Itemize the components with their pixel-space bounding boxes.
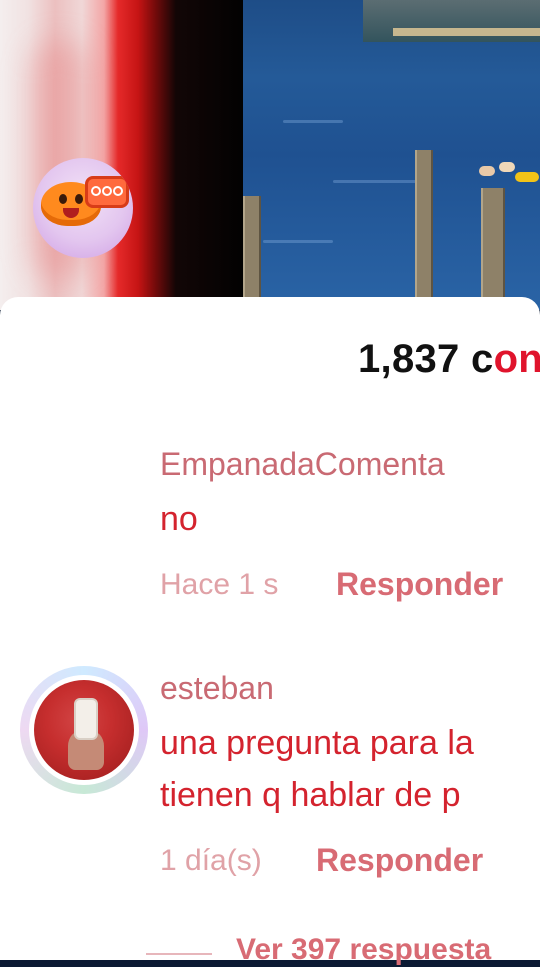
comment-timestamp: Hace 1 s <box>160 568 279 601</box>
avatar[interactable] <box>20 666 148 794</box>
phone-icon <box>76 700 96 738</box>
swimmer <box>499 162 515 172</box>
pier-post <box>243 196 261 310</box>
pier-post <box>481 188 505 310</box>
comment-text-line-2: tienen q hablar de p <box>160 776 461 814</box>
comment-text-line-1: una pregunta para la <box>160 724 474 762</box>
comment-username[interactable]: esteban <box>160 670 274 707</box>
mouth-icon <box>63 208 79 218</box>
avatar-border <box>29 675 139 785</box>
comment-timestamp: 1 día(s) <box>160 844 262 877</box>
selfie-photo-avatar <box>34 680 134 780</box>
video-right-panel <box>243 0 540 310</box>
swimmer-float <box>515 172 539 182</box>
video-preview[interactable] <box>0 0 540 310</box>
water-ripple <box>283 120 343 123</box>
empanada-mascot-avatar-icon[interactable] <box>33 158 133 258</box>
comments-label-prefix: c <box>471 337 494 381</box>
dock <box>393 28 540 36</box>
comment-text: no <box>160 500 198 538</box>
water-ripple <box>263 240 333 243</box>
swimmer <box>479 166 495 176</box>
water-ripple <box>333 180 423 183</box>
reply-button[interactable]: Responder <box>336 566 503 603</box>
replies-divider <box>146 953 212 955</box>
view-replies-button[interactable]: Ver 397 respuesta <box>236 933 491 967</box>
comments-label-accent: on <box>493 337 540 381</box>
comments-count: 1,837 <box>358 337 460 381</box>
speech-bubble-icon <box>85 176 129 208</box>
pier-post <box>415 150 433 310</box>
video-left-panel <box>0 0 243 310</box>
comments-count-title: 1,837 con <box>358 337 540 382</box>
comment-username[interactable]: EmpanadaComenta <box>160 446 445 483</box>
eye-icon <box>75 194 83 204</box>
eye-icon <box>59 194 67 204</box>
reply-button[interactable]: Responder <box>316 842 483 879</box>
